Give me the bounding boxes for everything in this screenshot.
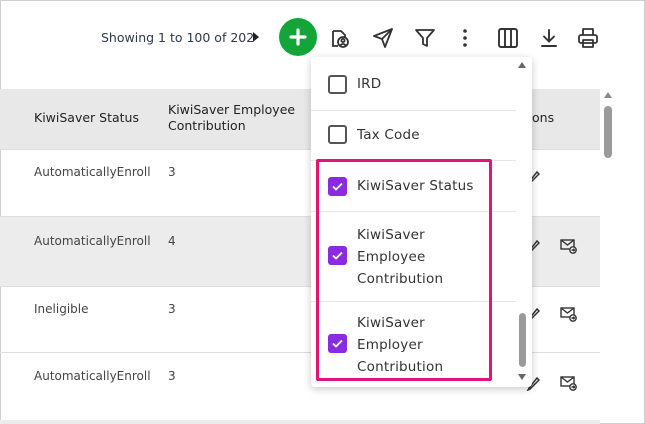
column-option-label-line3: Contribution bbox=[357, 359, 444, 375]
checkbox-checked-icon[interactable] bbox=[328, 177, 347, 196]
column-chooser-menu: IRD Tax Code KiwiSaver Status KiwiSaver … bbox=[311, 57, 532, 387]
column-option-kiwisaver-employee-contribution[interactable]: KiwiSaver Employee Contribution bbox=[311, 212, 516, 302]
cell-employee-contribution: 3 bbox=[168, 165, 176, 179]
columns-icon[interactable] bbox=[496, 26, 520, 50]
column-option-label: KiwiSaver Status bbox=[357, 178, 474, 194]
column-option-ird[interactable]: IRD bbox=[311, 57, 516, 111]
scroll-up-arrow-icon[interactable] bbox=[604, 92, 612, 98]
cell-kiwisaver-status: AutomaticallyEnroll bbox=[34, 234, 151, 248]
column-option-label-line2: Employee bbox=[357, 249, 426, 265]
send-icon[interactable] bbox=[371, 26, 395, 50]
cell-employee-contribution: 3 bbox=[168, 302, 176, 316]
column-option-kiwisaver-employer-contribution[interactable]: KiwiSaver Employer Contribution bbox=[311, 302, 516, 387]
header-kiwisaver-employee-contribution-line1[interactable]: KiwiSaver Employee bbox=[168, 102, 295, 118]
print-icon[interactable] bbox=[576, 26, 600, 50]
menu-scrollbar-thumb[interactable] bbox=[519, 313, 526, 367]
column-option-label-line3: Contribution bbox=[357, 271, 444, 287]
column-option-tax-code[interactable]: Tax Code bbox=[311, 111, 516, 161]
filter-icon[interactable] bbox=[413, 26, 437, 50]
table-scrollbar-thumb[interactable] bbox=[604, 106, 612, 158]
checkbox-checked-icon[interactable] bbox=[328, 334, 347, 353]
column-option-label: IRD bbox=[357, 76, 382, 92]
menu-scroll-up-icon[interactable] bbox=[518, 62, 526, 68]
header-actions: ons bbox=[532, 110, 555, 125]
header-kiwisaver-employee-contribution-line2[interactable]: Contribution bbox=[168, 118, 246, 134]
column-option-label: Tax Code bbox=[357, 127, 420, 143]
checkbox-unchecked[interactable] bbox=[328, 75, 347, 94]
more-vert-icon[interactable] bbox=[456, 26, 474, 50]
column-option-label-line1: KiwiSaver bbox=[357, 227, 425, 243]
cell-kiwisaver-status: AutomaticallyEnroll bbox=[34, 165, 151, 179]
add-icon[interactable] bbox=[279, 18, 317, 56]
cell-employee-contribution: 4 bbox=[168, 234, 176, 248]
column-option-kiwisaver-status[interactable]: KiwiSaver Status bbox=[311, 161, 516, 212]
cell-kiwisaver-status: Ineligible bbox=[34, 302, 89, 316]
mail-send-icon[interactable] bbox=[560, 306, 578, 326]
menu-scroll-down-icon[interactable] bbox=[518, 374, 526, 380]
cell-kiwisaver-status: AutomaticallyEnroll bbox=[34, 369, 151, 383]
download-icon[interactable] bbox=[538, 26, 560, 50]
mail-send-icon[interactable] bbox=[560, 238, 578, 258]
column-option-label-line2: Employer bbox=[357, 337, 423, 353]
cell-employee-contribution: 3 bbox=[168, 369, 176, 383]
checkbox-unchecked[interactable] bbox=[328, 125, 347, 144]
mail-send-icon[interactable] bbox=[560, 375, 578, 395]
table-row-partial bbox=[0, 420, 600, 424]
header-kiwisaver-status[interactable]: KiwiSaver Status bbox=[34, 110, 139, 126]
column-option-label-line1: KiwiSaver bbox=[357, 315, 425, 331]
checkbox-checked-icon[interactable] bbox=[328, 246, 347, 265]
user-profile-icon[interactable] bbox=[328, 26, 352, 50]
pagination-status: Showing 1 to 100 of 202 bbox=[101, 30, 255, 45]
next-page-icon[interactable] bbox=[250, 30, 262, 44]
